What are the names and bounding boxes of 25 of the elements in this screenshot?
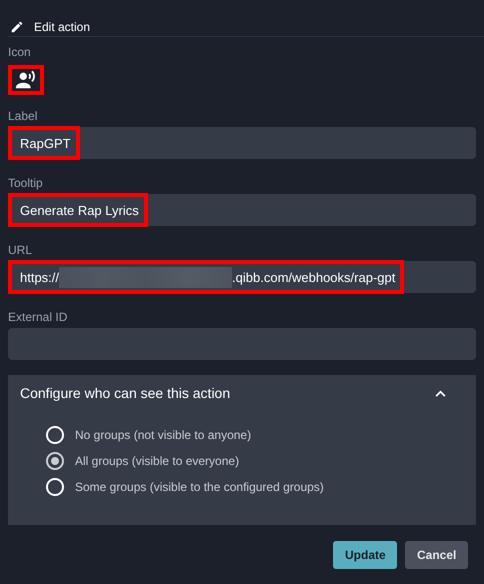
radio-label: Some groups (visible to the configured groups)	[75, 480, 324, 494]
field-label: External ID	[8, 310, 68, 326]
radio-button[interactable]	[46, 452, 64, 470]
field-label: Icon	[8, 45, 32, 61]
radio-label: No groups (not visible to anyone)	[75, 428, 252, 442]
input-field[interactable]: RapGPT	[8, 127, 476, 159]
input-field[interactable]: Generate Rap Lyrics	[8, 194, 476, 226]
field-label: Label	[8, 109, 38, 125]
field-value: RapGPT	[20, 136, 71, 150]
radio-label: All groups (visible to everyone)	[75, 454, 240, 468]
pencil-icon	[10, 20, 24, 34]
cancel-button[interactable]: Cancel	[405, 541, 468, 569]
url-prefix: https://	[20, 270, 60, 284]
speaking-person-icon	[15, 69, 37, 91]
field-label: URL	[8, 243, 34, 259]
field-label: Tooltip	[8, 176, 44, 192]
chevron-icon[interactable]	[435, 390, 446, 396]
input-field[interactable]: https:// .qibb.com/webhooks/rap-gpt	[8, 261, 476, 293]
panel-title: Configure who can see this action	[20, 385, 230, 401]
url-suffix: .qibb.com/webhooks/rap-gpt	[232, 270, 396, 284]
dialog-title: Edit action	[34, 20, 90, 34]
update-button[interactable]: Update	[333, 541, 397, 569]
field-value: Generate Rap Lyrics	[20, 202, 139, 218]
icon-picker[interactable]	[8, 65, 44, 95]
input-field[interactable]	[8, 328, 476, 360]
